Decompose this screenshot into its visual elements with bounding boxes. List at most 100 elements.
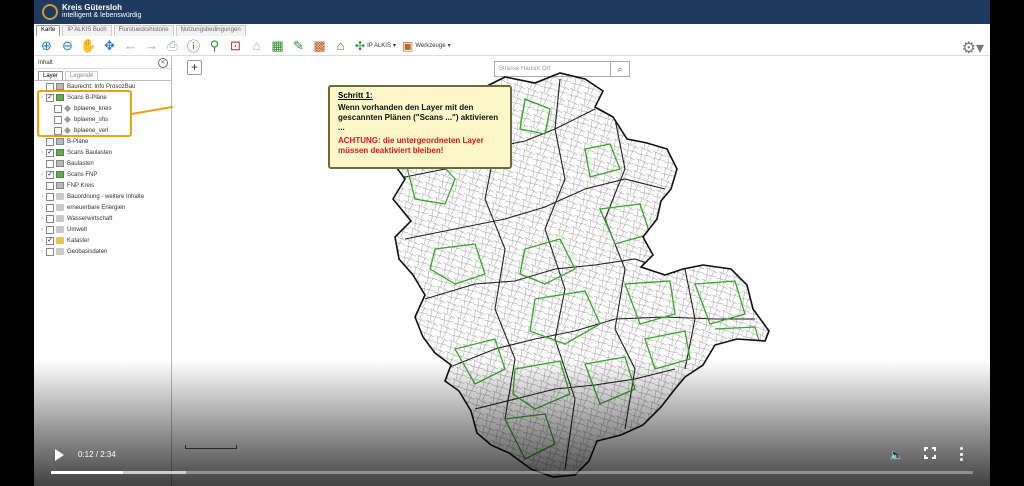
video-controls: 0:12 / 2:34 🔈 bbox=[0, 440, 1024, 486]
forward-arrow-icon[interactable]: → bbox=[143, 37, 160, 54]
map-toolbar: ⊕ ⊖ ✋ ✥ ← → ⎙ ⓘ ⚲ ⊡ ⌂ ▦ ✎ ▩ ⌂ ✣ IP ALKIS… bbox=[34, 36, 990, 56]
home-icon[interactable]: ⌂ bbox=[332, 37, 349, 54]
collapse-panel-icon[interactable]: < bbox=[158, 58, 168, 68]
ip-alkis-label: IP ALKIS bbox=[367, 42, 391, 49]
chevron-right-icon[interactable]: › bbox=[38, 172, 46, 178]
volume-icon[interactable]: 🔈 bbox=[889, 448, 904, 462]
chevron-right-icon[interactable]: › bbox=[38, 216, 46, 222]
layer-row[interactable]: › erneuerbare Energien bbox=[38, 202, 125, 213]
layer-type-icon bbox=[56, 204, 64, 211]
kreis-logo[interactable]: Kreis Gütersloh intelligent & lebenswürd… bbox=[42, 2, 141, 22]
layer-type-icon bbox=[56, 160, 64, 167]
tab-legende[interactable]: Legende bbox=[65, 71, 99, 80]
info-icon[interactable]: ⓘ bbox=[185, 37, 202, 54]
pdf-search-icon[interactable]: ⊡ bbox=[227, 37, 244, 54]
chevron-right-icon[interactable]: › bbox=[38, 194, 46, 200]
ip-alkis-icon: ✣ bbox=[355, 38, 366, 53]
panel-title: Inhalt bbox=[38, 60, 53, 66]
ip-alkis-menu[interactable]: ✣ IP ALKIS ▾ bbox=[355, 39, 396, 53]
toolbox-icon: ▣ bbox=[401, 38, 414, 53]
layer-label: B-Pläne bbox=[67, 138, 89, 145]
chevron-right-icon[interactable]: › bbox=[38, 205, 46, 211]
parcel-icon[interactable]: ▩ bbox=[311, 37, 328, 54]
zoom-out-icon[interactable]: ⊖ bbox=[59, 37, 76, 54]
video-time: 0:12 / 2:34 bbox=[78, 450, 116, 459]
layer-type-icon bbox=[56, 149, 64, 156]
tab-layer[interactable]: Layer bbox=[38, 71, 64, 80]
layer-row[interactable]: › ✓ Scans FNP bbox=[38, 169, 97, 180]
layer-type-icon bbox=[56, 226, 64, 233]
location-info-icon[interactable]: ⚲ bbox=[206, 37, 223, 54]
layer-type-icon bbox=[56, 171, 64, 178]
fullscreen-icon[interactable] bbox=[924, 447, 936, 459]
more-options-icon[interactable] bbox=[960, 447, 964, 461]
app-header: Kreis Gütersloh intelligent & lebenswürd… bbox=[34, 0, 990, 24]
layer-label: Scans FNP bbox=[67, 171, 98, 178]
back-arrow-icon[interactable]: ← bbox=[122, 37, 139, 54]
layer-row[interactable]: › ✓ Kataster bbox=[38, 235, 89, 246]
chevron-right-icon[interactable]: › bbox=[38, 238, 46, 244]
main-tabs: Karte IP ALKIS Buch Flurstueckshistorie … bbox=[34, 25, 246, 36]
full-extent-icon[interactable]: ✥ bbox=[101, 37, 118, 54]
logo-name: Kreis Gütersloh bbox=[62, 3, 123, 12]
layer-row[interactable]: B-Pläne bbox=[38, 136, 88, 147]
layer-row[interactable]: FNP Kreis bbox=[38, 180, 94, 191]
layer-row[interactable]: › Geobasisdaten bbox=[38, 246, 107, 257]
layer-label: Geobasisdaten bbox=[67, 248, 108, 255]
tab-nutzungsbedingungen[interactable]: Nutzungsbedingungen bbox=[175, 25, 246, 36]
layer-checkbox[interactable] bbox=[46, 203, 54, 212]
layer-label: FNP Kreis bbox=[67, 182, 95, 189]
layer-checkbox[interactable] bbox=[46, 159, 54, 168]
pan-hand-icon[interactable]: ✋ bbox=[80, 37, 97, 54]
layer-type-icon bbox=[56, 248, 64, 255]
video-progress-fill bbox=[51, 471, 123, 474]
layer-checkbox[interactable] bbox=[46, 247, 54, 256]
tab-karte[interactable]: Karte bbox=[36, 25, 61, 36]
layer-type-icon bbox=[56, 215, 64, 222]
layer-row[interactable]: › Bauordnung - weitere Inhalte bbox=[38, 191, 144, 202]
chevron-down-icon: ▾ bbox=[392, 43, 396, 49]
zoom-in-icon[interactable]: ⊕ bbox=[38, 37, 55, 54]
map-zoom-in-button[interactable]: + bbox=[187, 60, 202, 75]
layer-checkbox[interactable] bbox=[46, 225, 54, 234]
layer-label: Kataster bbox=[67, 237, 90, 244]
layer-type-icon bbox=[56, 138, 64, 145]
building-icon[interactable]: ⌂ bbox=[248, 37, 265, 54]
play-icon[interactable] bbox=[55, 449, 64, 461]
callout-warning: ACHTUNG: die untergeordneten Layer müsse… bbox=[338, 136, 484, 155]
measure-icon[interactable]: ✎ bbox=[290, 37, 307, 54]
layer-checkbox[interactable] bbox=[46, 214, 54, 223]
layer-type-icon bbox=[56, 83, 64, 90]
layer-checkbox[interactable] bbox=[46, 192, 54, 201]
print-icon[interactable]: ⎙ bbox=[164, 37, 181, 54]
layer-type-icon bbox=[56, 182, 64, 189]
layer-row[interactable]: › Wasserwirtschaft bbox=[38, 213, 112, 224]
layer-checkbox[interactable]: ✓ bbox=[46, 236, 54, 245]
tab-ip-alkis-buch[interactable]: IP ALKIS Buch bbox=[62, 25, 112, 36]
logo-subtitle: intelligent & lebenswürdig bbox=[62, 12, 142, 19]
werkzeuge-menu[interactable]: ▣ Werkzeuge ▾ bbox=[402, 39, 451, 53]
app-frame: Kreis Gütersloh intelligent & lebenswürd… bbox=[34, 0, 990, 486]
highlight-box bbox=[37, 90, 132, 137]
chevron-right-icon[interactable]: › bbox=[38, 249, 46, 255]
panel-header: Inhalt < bbox=[34, 57, 171, 69]
layer-checkbox[interactable] bbox=[46, 137, 54, 146]
layer-row[interactable]: Baulasten bbox=[38, 158, 94, 169]
layer-row[interactable]: › Umwelt bbox=[38, 224, 87, 235]
layer-checkbox[interactable]: ✓ bbox=[46, 170, 54, 179]
layer-label: Umwelt bbox=[67, 226, 88, 233]
video-progress-bar[interactable] bbox=[51, 471, 973, 474]
layer-row[interactable]: › ✓ Scans Baulasten bbox=[38, 147, 112, 158]
layer-checkbox[interactable] bbox=[46, 181, 54, 190]
chevron-down-icon: ▾ bbox=[447, 43, 451, 49]
tab-flurstueckshistorie[interactable]: Flurstueckshistorie bbox=[113, 25, 174, 36]
layer-label: Bauordnung - weitere Inhalte bbox=[67, 193, 145, 200]
settings-gear-icon[interactable]: ⚙▾ bbox=[962, 38, 984, 58]
layer-type-icon bbox=[56, 193, 64, 200]
chevron-right-icon[interactable]: › bbox=[38, 150, 46, 156]
layer-label: Wasserwirtschaft bbox=[67, 215, 113, 222]
chevron-right-icon[interactable]: › bbox=[38, 227, 46, 233]
map-layer-icon[interactable]: ▦ bbox=[269, 37, 286, 54]
werkzeuge-label: Werkzeuge bbox=[415, 42, 446, 49]
layer-checkbox[interactable]: ✓ bbox=[46, 148, 54, 157]
